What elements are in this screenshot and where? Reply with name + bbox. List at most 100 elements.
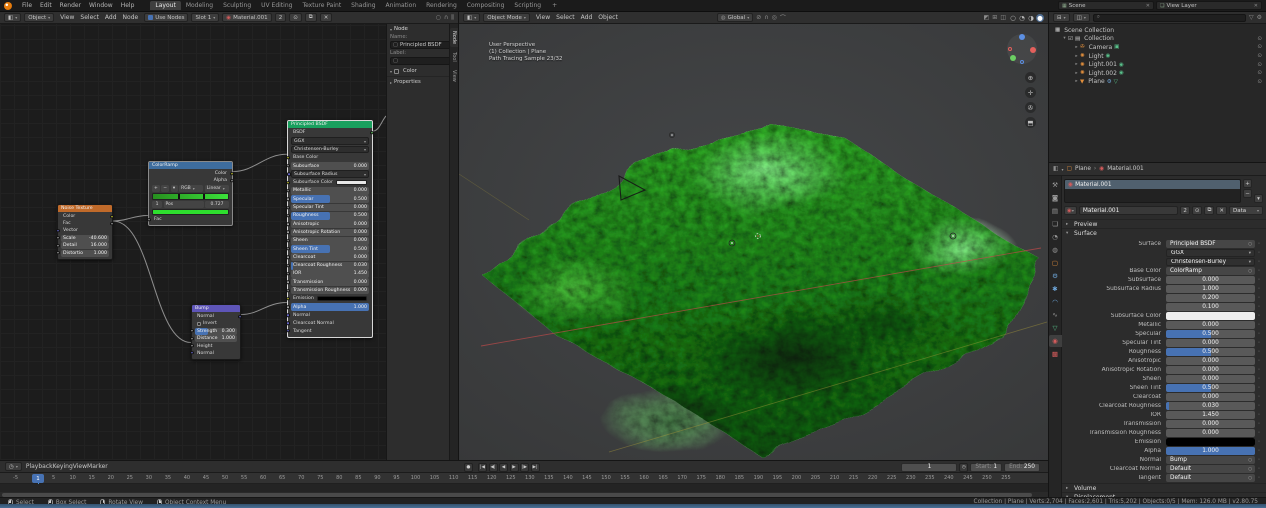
property-field[interactable]: 0.000 <box>1166 339 1255 347</box>
new-collection-button[interactable]: ◫▾ <box>1073 13 1090 22</box>
axis-z-icon[interactable] <box>1019 34 1025 40</box>
property-field[interactable]: 0.100 <box>1166 303 1255 311</box>
properties-tab[interactable]: ◉ <box>1049 335 1062 347</box>
node-row[interactable]: Clearcoat Roughness 0.030 <box>291 262 369 270</box>
expand-icon[interactable]: ▸ <box>1073 71 1080 76</box>
node-row[interactable]: Vector <box>61 227 109 234</box>
expand-icon[interactable]: ▸ <box>1073 45 1080 50</box>
input-socket[interactable] <box>286 247 289 250</box>
property-field[interactable]: ColorRamp ○ <box>1166 267 1255 275</box>
menu-item[interactable]: Render <box>56 2 85 9</box>
current-frame-indicator[interactable]: 1 <box>32 474 44 483</box>
node-row[interactable]: Roughness 0.500 <box>291 212 369 220</box>
property-field[interactable]: Christensen-Burley ▾ <box>1166 258 1255 266</box>
workspace-tab[interactable]: UV Editing <box>256 1 297 10</box>
users-count-button[interactable]: 2 <box>275 13 287 22</box>
menu-item[interactable]: Window <box>85 2 117 9</box>
animate-decorator-icon[interactable]: ◦ <box>1255 466 1263 472</box>
ramp-stop[interactable] <box>178 194 181 199</box>
animate-decorator-icon[interactable]: ◦ <box>1255 448 1263 454</box>
animate-decorator-icon[interactable]: ◦ <box>1255 268 1263 274</box>
node-row[interactable]: Sheen 0.000 <box>291 237 369 245</box>
animate-decorator-icon[interactable]: ◦ <box>1255 277 1263 283</box>
viewport-toggle-icon[interactable]: ⌒ <box>780 13 786 22</box>
sidebar-tab[interactable]: Tool <box>450 49 458 65</box>
input-socket[interactable] <box>56 244 59 247</box>
input-socket[interactable] <box>286 297 289 300</box>
animate-decorator-icon[interactable]: ◦ <box>1255 457 1263 463</box>
property-field[interactable]: GGX ▾ <box>1166 249 1255 257</box>
workspace-tab[interactable]: Texture Paint <box>297 1 346 10</box>
breadcrumb-material[interactable]: Material.001 <box>1107 166 1143 172</box>
node-row[interactable]: Strength 0.300 <box>195 328 237 335</box>
node-row[interactable]: Alpha 1.000 <box>291 303 369 311</box>
workspace-tab[interactable]: Scripting <box>509 1 546 10</box>
node-row[interactable]: Subsurface Color <box>291 179 369 187</box>
editor-type-icon[interactable]: ◧ <box>1053 166 1058 172</box>
menu-item[interactable]: Marker <box>87 463 108 470</box>
property-field[interactable]: 1.000 <box>1166 285 1255 293</box>
properties-tab[interactable]: ⚒ <box>1049 179 1062 191</box>
auto-keying-button[interactable]: ● <box>464 463 473 472</box>
input-socket[interactable] <box>190 351 193 354</box>
current-frame-field[interactable]: 1 <box>901 463 957 472</box>
color-subpanel-header[interactable]: ▾Color☰ <box>387 66 458 76</box>
filter-icon[interactable]: ▽ <box>1249 14 1254 21</box>
viewport-canvas[interactable]: User Perspective(1) Collection | PlanePa… <box>459 24 1049 460</box>
animate-decorator-icon[interactable]: ◦ <box>1255 286 1263 292</box>
node-row[interactable]: Detail 16.000 <box>61 242 109 249</box>
object-name[interactable]: Light <box>1089 53 1104 60</box>
overlay-toggle-icon[interactable]: ◫ <box>1000 14 1006 21</box>
node-row[interactable]: Alpha <box>152 177 229 184</box>
input-socket[interactable] <box>190 337 193 340</box>
node-bump[interactable]: Bump Normal Invert <box>191 304 241 360</box>
end-frame-field[interactable]: End: 250 <box>1004 463 1040 472</box>
playback-button[interactable]: |◀ <box>478 463 487 472</box>
outliner-row[interactable]: ▸ ▼ Plane ⚙ ▽ ⊙ <box>1049 78 1266 87</box>
animate-decorator-icon[interactable]: ◦ <box>1255 304 1263 310</box>
editor-type-button[interactable]: ◷▾ <box>5 462 22 471</box>
slot-specials-menu[interactable]: ▾ <box>1254 194 1263 203</box>
input-socket[interactable] <box>286 329 289 332</box>
property-field[interactable]: Default ○ <box>1166 465 1255 473</box>
viewport-toggle-icon[interactable]: ⊘ <box>756 14 761 21</box>
playback-button[interactable]: |▶ <box>520 463 529 472</box>
position-label[interactable]: Pos <box>164 201 204 208</box>
viewport-toggle-icon[interactable]: ◎ <box>772 14 777 21</box>
expand-icon[interactable]: ▾ <box>1061 36 1068 41</box>
properties-tab[interactable]: ▩ <box>1049 348 1062 360</box>
axis-x-negative-icon[interactable] <box>1008 47 1012 51</box>
input-socket[interactable] <box>286 256 289 259</box>
object-name[interactable]: Scene Collection <box>1064 27 1114 34</box>
users-count-button[interactable]: 2 <box>1180 206 1190 215</box>
node-canvas[interactable]: Noise Texture Color Fac <box>0 24 386 460</box>
shading-mode-icon[interactable]: ● <box>1036 14 1044 22</box>
node-row[interactable]: Metallic 0.000 <box>291 187 369 195</box>
viewport-tool-icon[interactable]: ✇ <box>1025 102 1036 113</box>
node-row[interactable]: Anisotropic Rotation 0.000 <box>291 229 369 237</box>
node-row[interactable]: Transmission 0.000 <box>291 278 369 286</box>
clock-icon[interactable]: ◷ <box>959 463 968 472</box>
mode-dropdown[interactable]: Object Mode▾ <box>483 13 530 22</box>
navigation-gizmo[interactable] <box>1007 34 1037 64</box>
input-socket[interactable] <box>286 305 289 308</box>
animate-decorator-icon[interactable]: ◦ <box>1255 430 1263 436</box>
node-row[interactable]: Height <box>195 343 237 350</box>
properties-tab[interactable]: ▢ <box>1049 257 1062 269</box>
input-socket[interactable] <box>286 222 289 225</box>
node-row[interactable]: Invert <box>195 320 237 327</box>
material-name-field[interactable]: Material.001 <box>1079 206 1179 215</box>
input-socket[interactable] <box>56 251 59 254</box>
input-socket[interactable] <box>286 289 289 292</box>
node-row[interactable]: Emission <box>291 295 369 303</box>
input-socket[interactable] <box>56 236 59 239</box>
editor-type-button[interactable]: ◧▾ <box>463 13 480 22</box>
node-row[interactable]: Tangent <box>291 327 369 335</box>
animate-decorator-icon[interactable]: ◦ <box>1255 313 1263 319</box>
invert-checkbox[interactable] <box>197 322 201 326</box>
animate-decorator-icon[interactable]: ◦ <box>1255 385 1263 391</box>
color-swatch[interactable] <box>1166 312 1255 320</box>
input-socket[interactable] <box>190 329 193 332</box>
object-name[interactable]: Camera <box>1089 44 1113 51</box>
property-field[interactable]: Bump ○ <box>1166 456 1255 464</box>
